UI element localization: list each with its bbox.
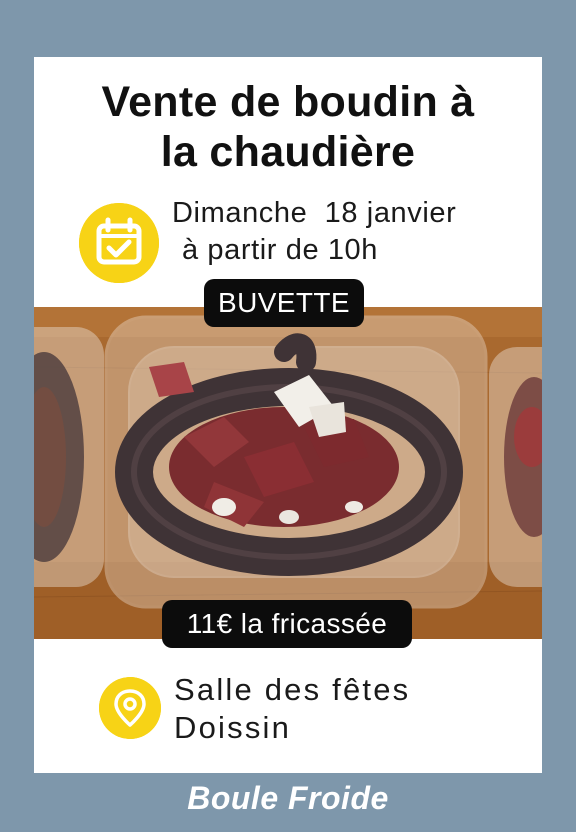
location-line-1: Salle des fêtes (174, 672, 411, 707)
title-line-2: la chaudière (160, 128, 416, 176)
price-badge: 11€ la fricassée (162, 600, 412, 648)
event-location: Salle des fêtes Doissin (174, 671, 410, 747)
map-pin-icon (99, 677, 161, 739)
boudin-photo (34, 307, 542, 639)
calendar-check-icon (79, 203, 159, 283)
date-line-1: Dimanche 18 janvier (172, 197, 457, 229)
poster-title: Vente de boudin à la chaudière (34, 77, 542, 177)
title-line-1: Vente de boudin à (101, 78, 475, 126)
poster-card: Vente de boudin à la chaudière Dimanche … (34, 57, 542, 773)
buvette-badge: BUVETTE (204, 279, 364, 327)
brand-footer: Boule Froide (187, 780, 389, 816)
date-line-2: à partir de 10h (182, 234, 379, 266)
event-date: Dimanche 18 janvier à partir de 10h (172, 195, 456, 269)
location-line-2: Doissin (174, 710, 292, 745)
